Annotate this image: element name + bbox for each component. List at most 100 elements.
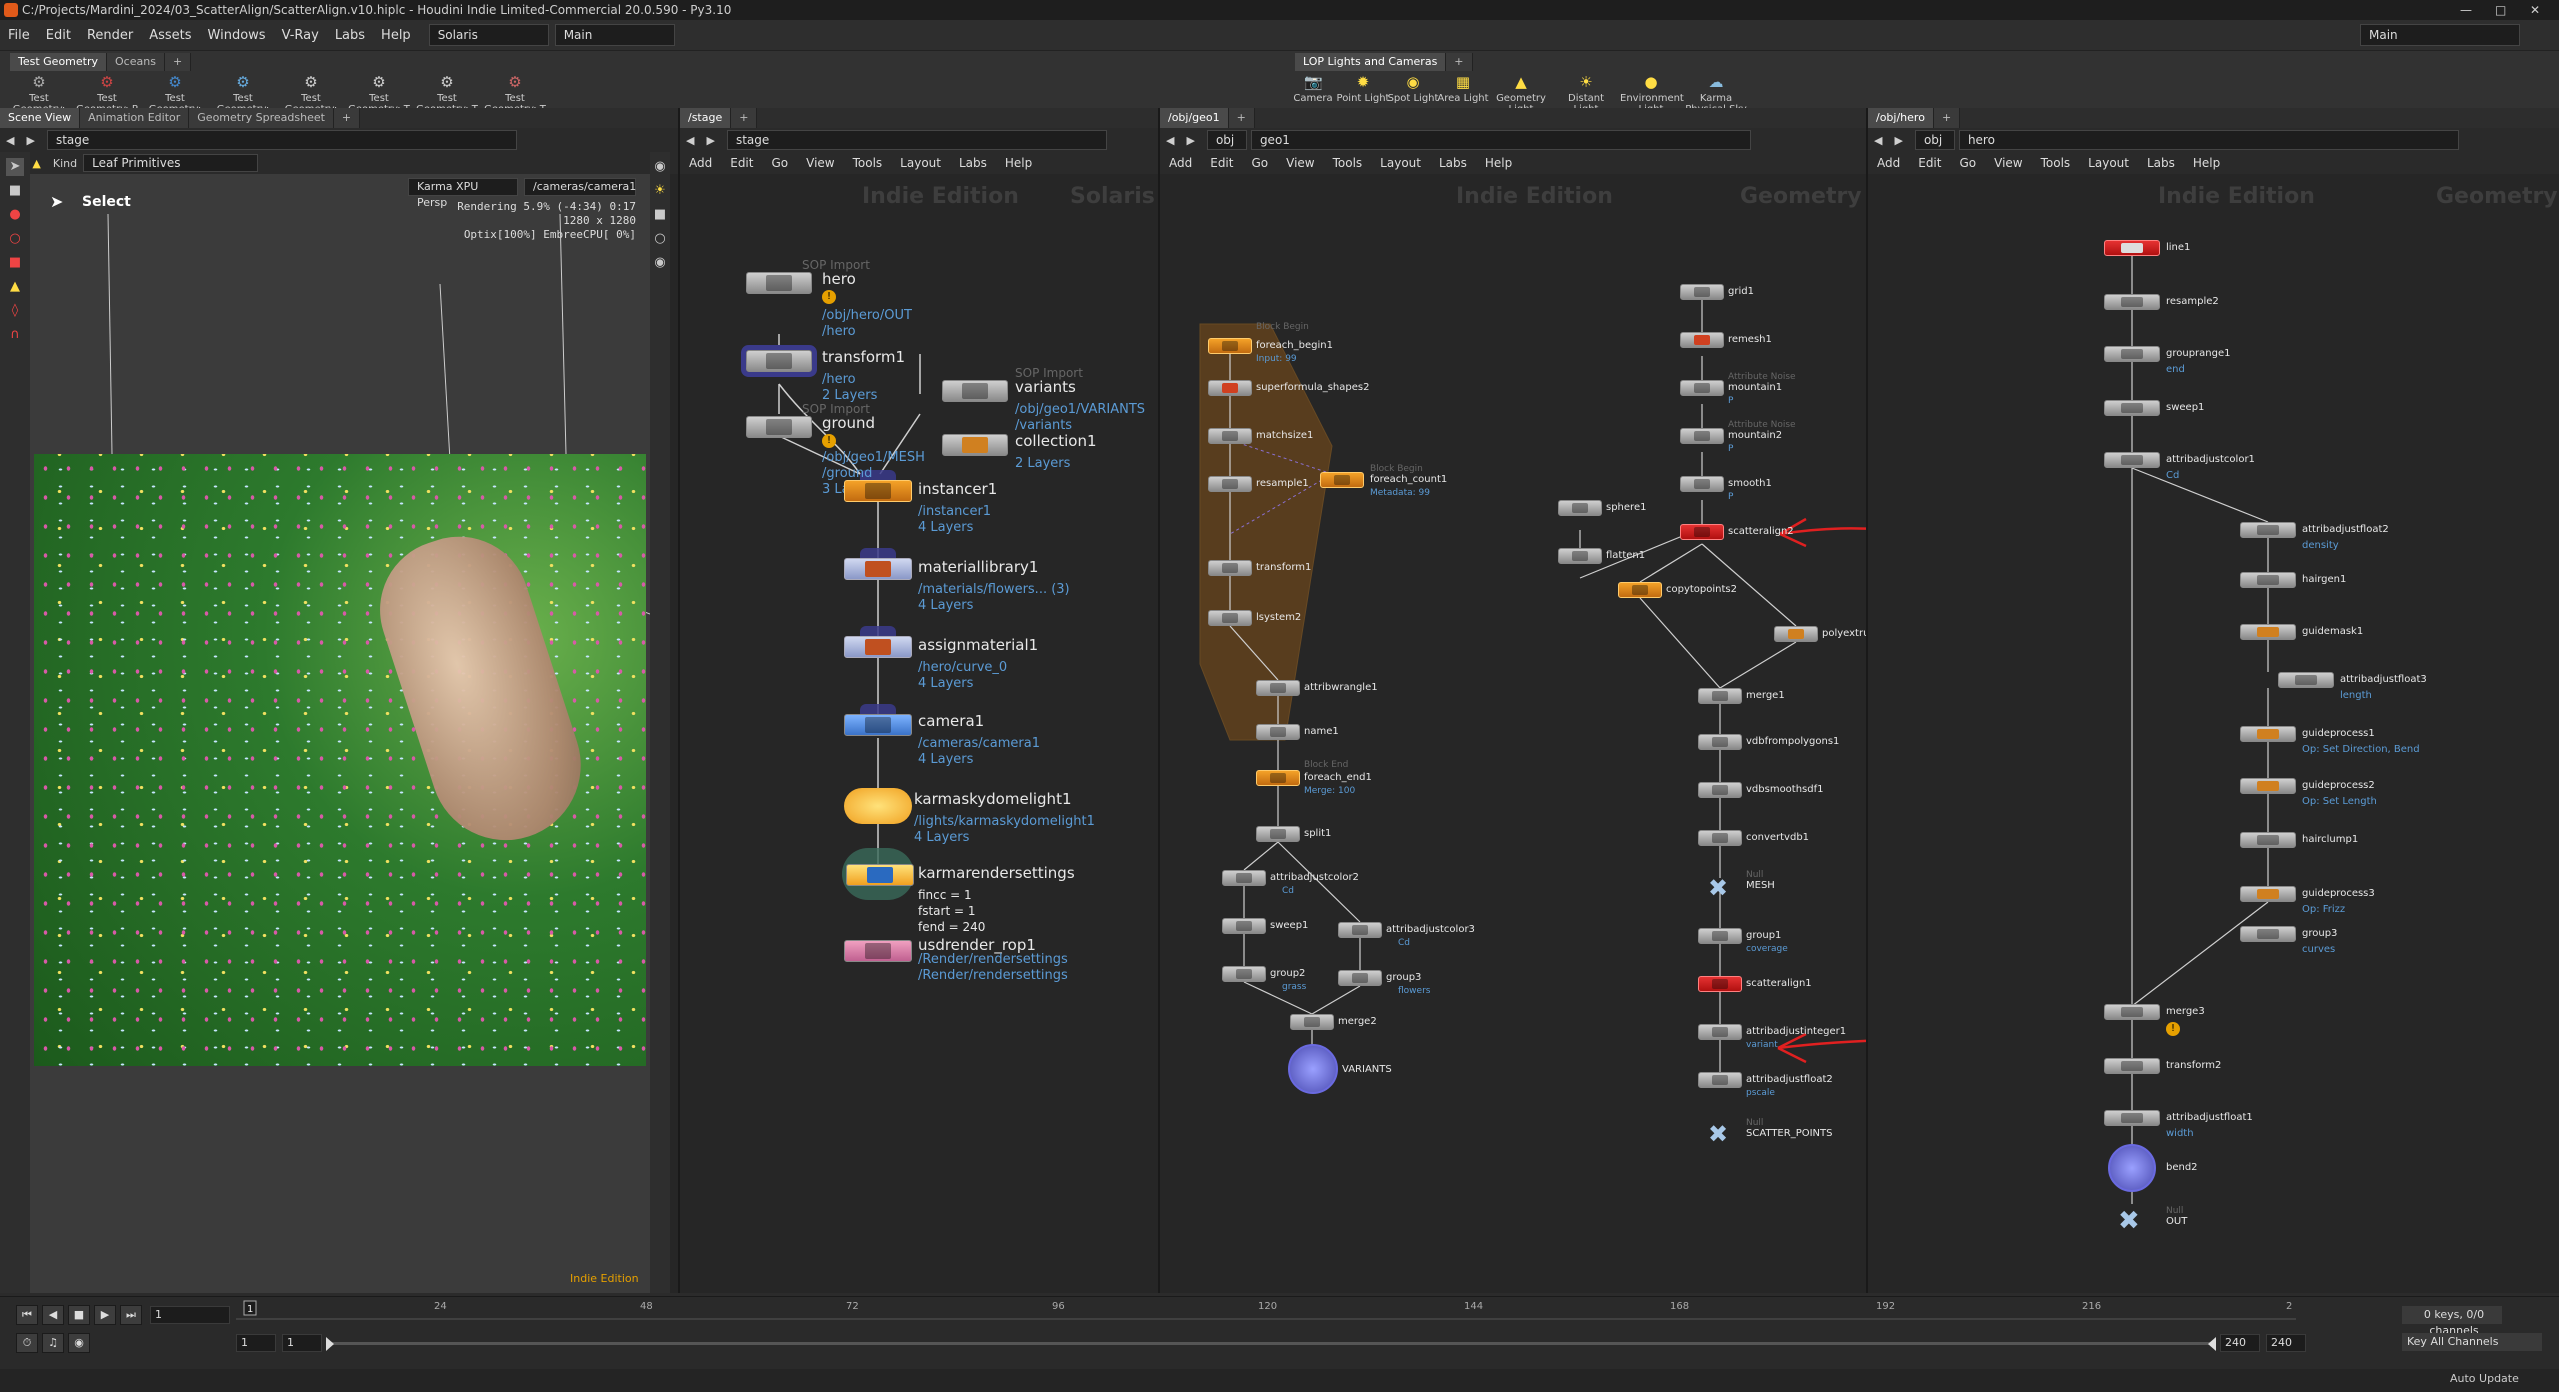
menu-file[interactable]: File	[0, 28, 38, 43]
range-start2-field[interactable]: 1	[282, 1334, 322, 1352]
maximize-icon[interactable]: □	[2495, 0, 2506, 20]
guidemask1-node[interactable]	[2240, 624, 2296, 640]
menu-layout[interactable]: Layout	[891, 156, 950, 170]
variants-node[interactable]	[942, 380, 1008, 402]
menu-view[interactable]: View	[797, 156, 843, 170]
menu-help[interactable]: Help	[996, 156, 1041, 170]
hero-path-field[interactable]: hero	[1958, 130, 2459, 150]
hero-network-canvas[interactable]: Indie Edition Geometry line1 resample2 g…	[1868, 174, 2559, 1293]
remesh1-node[interactable]	[1680, 332, 1724, 348]
hero-path-obj[interactable]: obj	[1914, 130, 1955, 150]
instancer1-node[interactable]	[844, 480, 912, 502]
transform2-node[interactable]	[2104, 1058, 2160, 1074]
mountain1-node[interactable]	[1680, 380, 1724, 396]
line1-node[interactable]	[2104, 240, 2160, 256]
menu-go[interactable]: Go	[1950, 156, 1985, 170]
stage-path-field[interactable]: stage	[726, 130, 1107, 150]
menu-layout[interactable]: Layout	[1371, 156, 1430, 170]
add-shelf-tab-icon[interactable]: +	[1446, 53, 1473, 71]
attribadjustinteger1-node[interactable]	[1698, 1024, 1742, 1040]
audio-icon[interactable]: ♫	[42, 1333, 64, 1353]
usdrender-rop1-node[interactable]	[844, 940, 912, 962]
hairgen1-node[interactable]	[2240, 572, 2296, 588]
handle-icon[interactable]: ◊	[6, 302, 24, 320]
karmarendersettings-node[interactable]	[846, 864, 914, 886]
timeline-ruler[interactable]: 1 24 48 72 96 120 144 168 192 216 2	[236, 1297, 2296, 1337]
sphere1-node[interactable]	[1558, 500, 1602, 516]
viewer-path-field[interactable]: stage	[46, 130, 517, 150]
name1-node[interactable]	[1256, 724, 1300, 740]
collection1-node[interactable]	[942, 434, 1008, 456]
select-arrow-icon[interactable]: ➤	[6, 158, 24, 176]
close-icon[interactable]: ✕	[2530, 0, 2540, 20]
menu-labs[interactable]: Labs	[950, 156, 996, 170]
foreach_end1-node[interactable]	[1256, 770, 1300, 786]
menu-edit[interactable]: Edit	[1201, 156, 1242, 170]
lock-icon[interactable]: ■	[6, 182, 24, 200]
mountain2-node[interactable]	[1680, 428, 1724, 444]
back-icon[interactable]: ◀	[1868, 134, 1888, 147]
group2-node[interactable]	[1222, 966, 1266, 982]
copytopoints2-node[interactable]	[1618, 582, 1662, 598]
VARIANTS-node[interactable]	[1288, 1044, 1338, 1094]
menu-edit[interactable]: Edit	[721, 156, 762, 170]
tab-scene-view[interactable]: Scene View	[0, 108, 81, 128]
add-pane-tab-icon[interactable]: +	[1228, 108, 1255, 128]
kind-selector[interactable]: Leaf Primitives	[83, 154, 259, 172]
menu-edit[interactable]: Edit	[38, 28, 79, 43]
main-right-combo[interactable]: Main	[2360, 24, 2520, 46]
sweep1-node[interactable]	[2104, 400, 2160, 416]
grouprange1-node[interactable]	[2104, 346, 2160, 362]
back-icon[interactable]: ◀	[1160, 134, 1180, 147]
matchsize1-node[interactable]	[1208, 428, 1252, 444]
stop-icon[interactable]: ■	[68, 1305, 90, 1325]
key-all-channels-button[interactable]: Key All Channels	[2402, 1333, 2542, 1351]
scatteralign2-node[interactable]	[1680, 524, 1724, 540]
tab-animation-editor[interactable]: Animation Editor	[80, 108, 190, 128]
smooth1-node[interactable]	[1680, 476, 1724, 492]
range-slider[interactable]	[326, 1335, 2216, 1353]
vdbfrompolygons1-node[interactable]	[1698, 734, 1742, 750]
group3-node[interactable]	[2240, 926, 2296, 942]
add-pane-tab-icon[interactable]: +	[731, 108, 758, 128]
foreach_count1-node[interactable]	[1320, 472, 1364, 488]
guideprocess3-node[interactable]	[2240, 886, 2296, 902]
attribadjustfloat1-node[interactable]	[2104, 1110, 2160, 1126]
camera1-node[interactable]	[844, 714, 912, 736]
menu-labs[interactable]: Labs	[1430, 156, 1476, 170]
menu-assets[interactable]: Assets	[141, 28, 199, 43]
menu-help[interactable]: Help	[2184, 156, 2229, 170]
menu-tools[interactable]: Tools	[2032, 156, 2080, 170]
bend2-node[interactable]	[2108, 1144, 2156, 1192]
attribadjustfloat3-node[interactable]	[2278, 672, 2334, 688]
menu-help[interactable]: Help	[1476, 156, 1521, 170]
menu-add[interactable]: Add	[680, 156, 721, 170]
current-frame-field[interactable]: 1	[150, 1306, 230, 1324]
ground-node[interactable]	[746, 416, 812, 438]
add-pane-tab-icon[interactable]: +	[333, 108, 361, 128]
vis-icon[interactable]: ○	[651, 230, 669, 248]
display-icon[interactable]: ◉	[651, 158, 669, 176]
menu-view[interactable]: View	[1277, 156, 1323, 170]
move-icon[interactable]: ●	[6, 206, 24, 224]
group1-node[interactable]	[1698, 928, 1742, 944]
menu-layout[interactable]: Layout	[2079, 156, 2138, 170]
null-icon[interactable]: ✖	[1708, 1120, 1728, 1148]
polyextrude-node[interactable]	[1774, 626, 1818, 642]
geo1-path-obj[interactable]: obj	[1206, 130, 1247, 150]
hairclump1-node[interactable]	[2240, 832, 2296, 848]
realtime-icon[interactable]: ⏱	[16, 1333, 38, 1353]
transform1-node[interactable]	[1208, 560, 1252, 576]
menu-edit[interactable]: Edit	[1909, 156, 1950, 170]
viewport[interactable]: ➤ Select Karma XPU Persp /cameras/camera…	[30, 174, 650, 1293]
spot-light-tool[interactable]: ◉ Spot Light	[1385, 73, 1441, 104]
lsystem2-node[interactable]	[1208, 610, 1252, 626]
menu-labs[interactable]: Labs	[2138, 156, 2184, 170]
menu-labs[interactable]: Labs	[327, 28, 373, 43]
convertvdb1-node[interactable]	[1698, 830, 1742, 846]
range-end-field[interactable]: 240	[2220, 1334, 2260, 1352]
tab-stage[interactable]: /stage	[680, 108, 732, 128]
camera-view-icon[interactable]: ◉	[651, 254, 669, 272]
desktop-selector[interactable]: Solaris	[428, 24, 549, 46]
resample1-node[interactable]	[1208, 476, 1252, 492]
